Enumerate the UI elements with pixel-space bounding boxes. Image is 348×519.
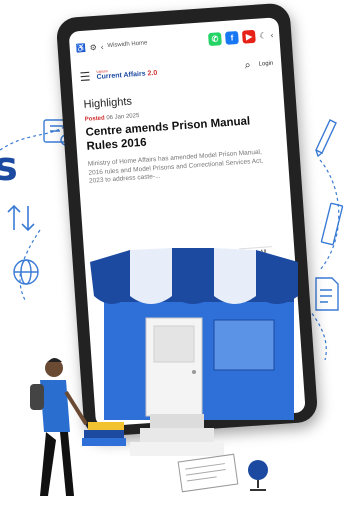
student-illustration	[30, 358, 88, 496]
